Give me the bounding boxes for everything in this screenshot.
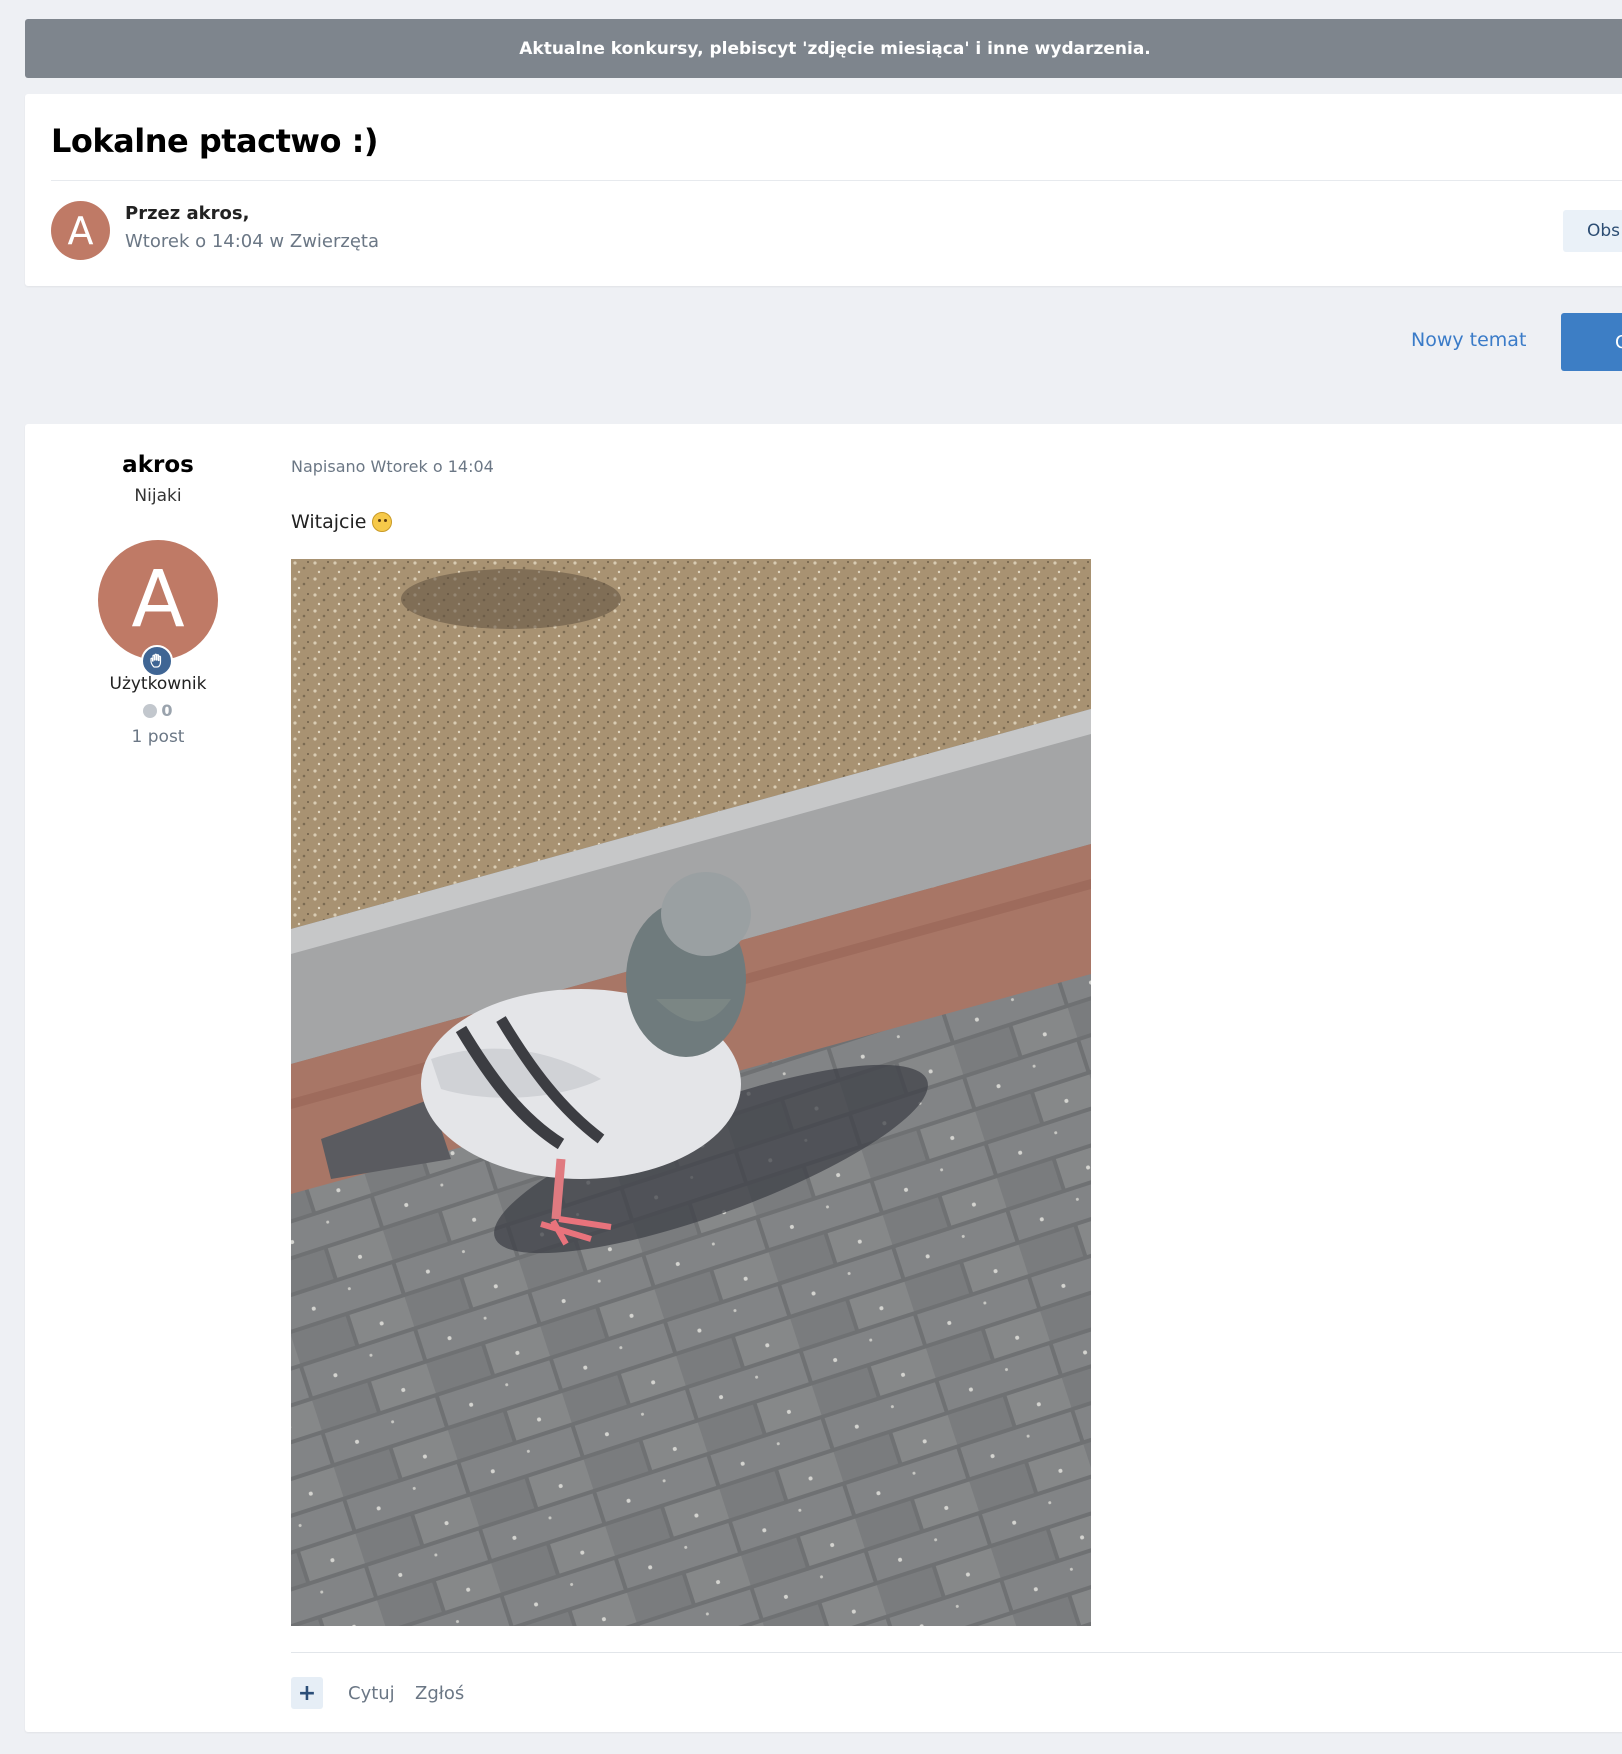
post: akros Nijaki A Użytkownik 0 1 post Napis… (25, 424, 1622, 1732)
topic-title: Lokalne ptactwo :) (51, 122, 379, 160)
reputation-value: 0 (161, 701, 173, 720)
follow-button-label: Obs (1587, 221, 1621, 241)
avatar-letter: A (67, 208, 94, 253)
divider (51, 180, 1622, 181)
topic-byline[interactable]: Przez akros, (125, 203, 249, 224)
post-text-content: Witajcie (291, 511, 367, 533)
react-plus-button[interactable]: + (291, 1677, 323, 1709)
new-topic-link[interactable]: Nowy temat (1411, 329, 1526, 351)
report-link[interactable]: Zgłoś (415, 1683, 464, 1704)
announcement-text[interactable]: Aktualne konkursy, plebiscyt 'zdjęcie mi… (519, 39, 1151, 59)
follow-button[interactable]: Obs (1563, 210, 1622, 252)
post-count: 1 post (131, 727, 185, 747)
reply-button-label: O (1615, 332, 1622, 353)
hand-icon (150, 653, 162, 668)
rank-badge-icon (141, 645, 173, 677)
pigeon-photo (291, 559, 1091, 1626)
avatar-letter: A (131, 555, 185, 645)
smiley-emoji-icon (372, 512, 393, 532)
post-author-group: Użytkownik (109, 674, 207, 694)
post-author-title: Nijaki (134, 486, 182, 506)
divider (291, 1652, 1622, 1653)
topic-author-avatar[interactable]: A (51, 201, 110, 260)
announcement-bar[interactable]: Aktualne konkursy, plebiscyt 'zdjęcie mi… (25, 19, 1622, 78)
reputation: 0 (25, 701, 291, 720)
topic-meta: Wtorek o 14:04 w Zwierzęta (125, 231, 380, 252)
post-author-avatar[interactable]: A (98, 540, 218, 660)
topic-header: Lokalne ptactwo :) A Przez akros, Wtorek… (25, 94, 1622, 286)
post-date[interactable]: Napisano Wtorek o 14:04 (291, 457, 494, 476)
reputation-dot-icon (143, 703, 158, 718)
quote-link[interactable]: Cytuj (348, 1683, 395, 1704)
post-author-name[interactable]: akros (25, 452, 291, 478)
reply-button[interactable]: O (1561, 313, 1622, 371)
post-image[interactable] (291, 559, 1091, 1626)
post-text: Witajcie (291, 511, 393, 533)
